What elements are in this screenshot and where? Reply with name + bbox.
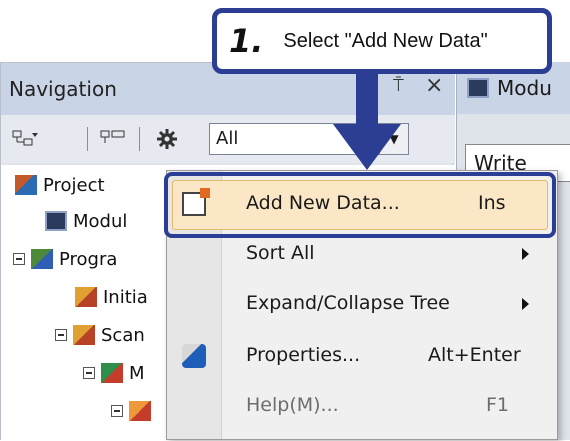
project-icon (15, 175, 37, 195)
tree-item-label: Initia (103, 286, 148, 308)
list-view-icon[interactable] (97, 125, 129, 153)
tree-item-program-block[interactable] (111, 393, 157, 429)
module-icon (45, 211, 67, 231)
main-icon (101, 363, 123, 383)
tree-item-label: Modul (73, 210, 128, 232)
scan-icon (73, 325, 95, 345)
collapse-icon[interactable] (55, 329, 67, 341)
tree-item-label: M (129, 362, 145, 384)
menu-item-help: Help(M)... F1 (166, 384, 556, 428)
tree-item-label: Scan (101, 324, 145, 346)
collapse-icon[interactable] (83, 367, 95, 379)
menu-item-label: Sort All (246, 242, 315, 264)
arrow-head-icon (333, 124, 401, 170)
menu-item-label: Properties... (246, 344, 361, 366)
collapse-icon[interactable] (111, 405, 123, 417)
collapse-icon[interactable] (13, 253, 25, 265)
tree-item-main[interactable]: M (83, 355, 145, 391)
module-icon (467, 78, 489, 98)
pin-icon[interactable]: ⍑ (393, 75, 404, 96)
filter-value: All (216, 128, 239, 149)
menu-item-shortcut: Alt+Enter (428, 344, 521, 366)
submenu-arrow-icon (522, 298, 529, 310)
gear-icon[interactable] (151, 125, 183, 153)
tree-item-module[interactable]: Modul (45, 203, 127, 239)
menu-item-properties[interactable]: Properties... Alt+Enter (166, 334, 556, 378)
properties-icon (182, 344, 206, 368)
tree-item-project[interactable]: Project (15, 167, 105, 203)
menu-item-expand-collapse[interactable]: Expand/Collapse Tree (166, 282, 556, 326)
tree-item-initial[interactable]: Initia (75, 279, 148, 315)
highlight-frame (164, 172, 556, 238)
program-icon (31, 249, 53, 269)
menu-item-shortcut: F1 (486, 394, 510, 416)
tree-item-program[interactable]: Progra (13, 241, 117, 277)
initial-icon (75, 287, 97, 307)
tree-item-scan[interactable]: Scan (55, 317, 145, 353)
step-number: 1. (229, 22, 264, 60)
menu-item-label: Expand/Collapse Tree (246, 292, 450, 314)
pointer-arrow (356, 74, 378, 126)
submenu-arrow-icon (522, 248, 529, 260)
menu-item-sort-all[interactable]: Sort All (166, 232, 556, 276)
program-block-icon (129, 401, 151, 421)
instruction-callout: 1. Select "Add New Data" (212, 8, 552, 74)
instruction-text: Select "Add New Data" (283, 29, 488, 52)
navigation-title: Navigation (9, 77, 117, 101)
menu-item-label: Help(M)... (246, 394, 339, 416)
tree-view-icon[interactable] (9, 125, 41, 153)
module-panel-title: Modu (497, 76, 552, 100)
tree-item-label: Project (43, 174, 105, 196)
close-icon[interactable]: × (425, 73, 443, 98)
tree-item-label: Progra (59, 248, 118, 270)
